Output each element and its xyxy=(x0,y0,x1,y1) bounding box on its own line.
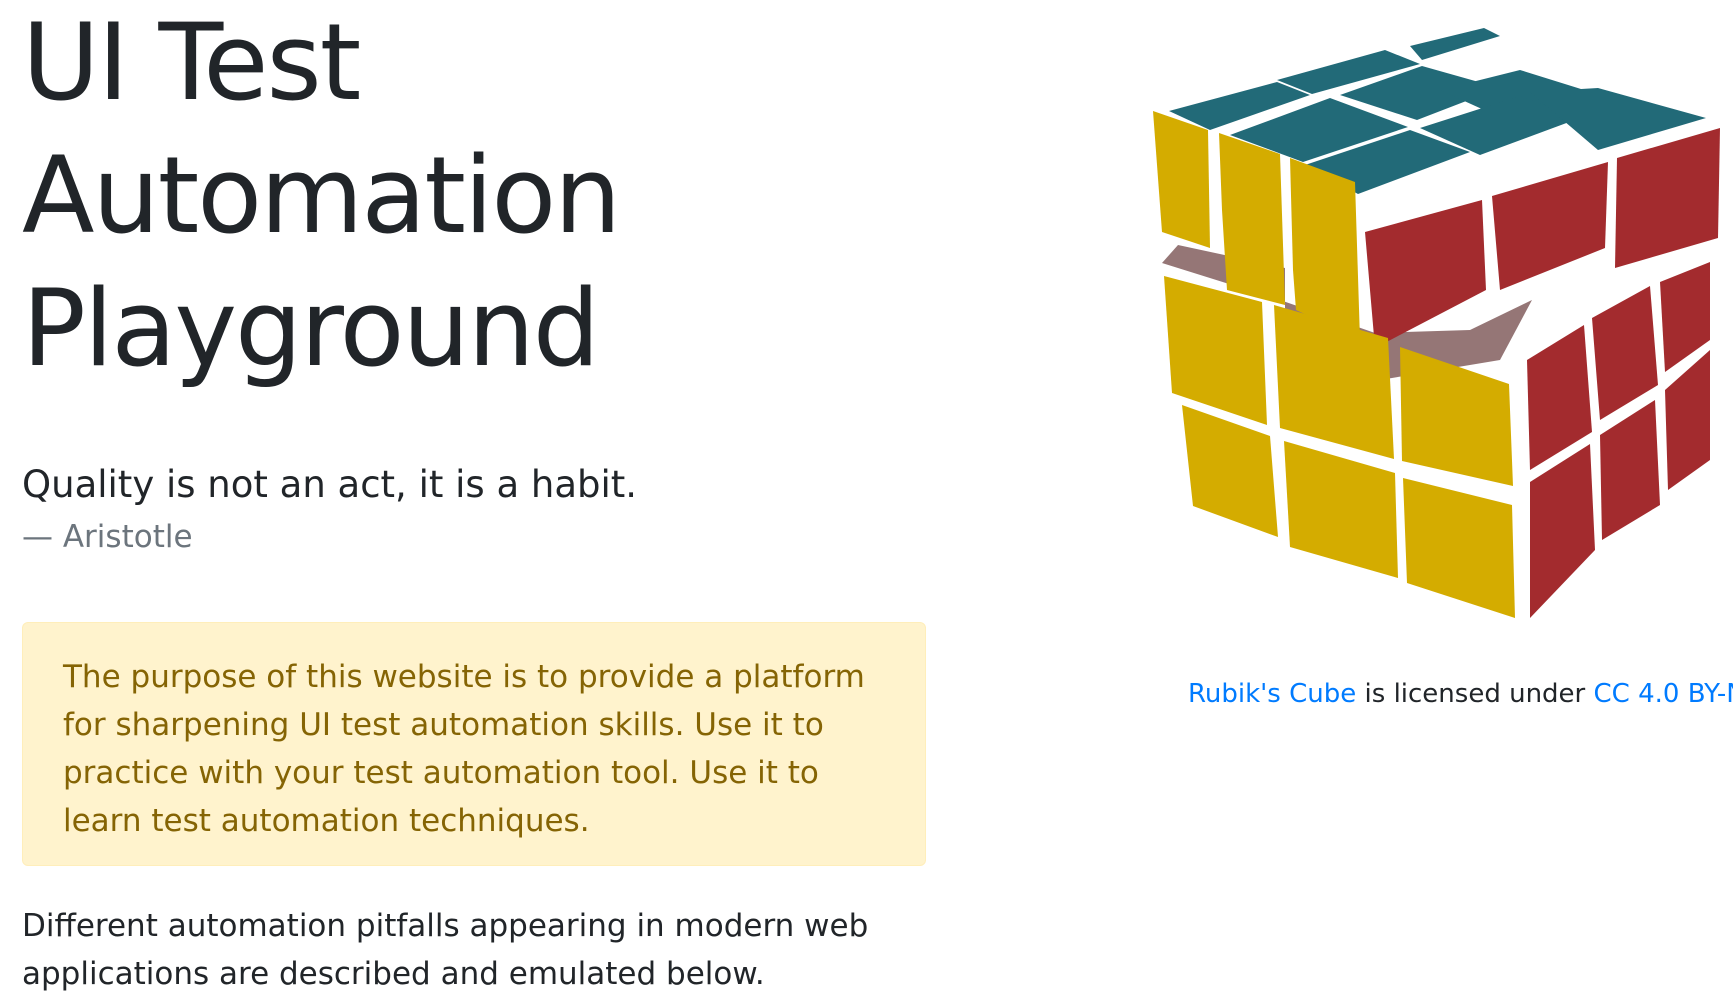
blockquote: Quality is not an act, it is a habit. — … xyxy=(22,460,637,558)
cube-graphic xyxy=(1153,28,1720,618)
rubiks-cube-image xyxy=(1140,20,1730,740)
title-line-3: Playground xyxy=(22,267,600,390)
rubiks-cube-link[interactable]: Rubik's Cube xyxy=(1188,679,1356,709)
quote-text: Quality is not an act, it is a habit. xyxy=(22,463,638,506)
alert-text: The purpose of this website is to provid… xyxy=(63,659,865,839)
caption-middle-text: is licensed under xyxy=(1356,679,1594,709)
intro-paragraph: Different automation pitfalls appearing … xyxy=(22,908,869,992)
image-caption: Rubik's Cube is licensed under CC 4.0 BY… xyxy=(1188,676,1733,712)
cube-front-face xyxy=(1164,276,1515,618)
page: UI Test Automation Playground Quality is… xyxy=(0,0,1733,1000)
title-line-2: Automation xyxy=(22,134,621,257)
license-link[interactable]: CC 4.0 BY-NC xyxy=(1594,679,1733,709)
info-alert: The purpose of this website is to provid… xyxy=(22,622,926,866)
page-title: UI Test Automation Playground xyxy=(22,0,922,395)
title-line-1: UI Test xyxy=(22,1,361,124)
cube-right-face xyxy=(1527,262,1710,618)
quote-author: — Aristotle xyxy=(22,519,193,555)
